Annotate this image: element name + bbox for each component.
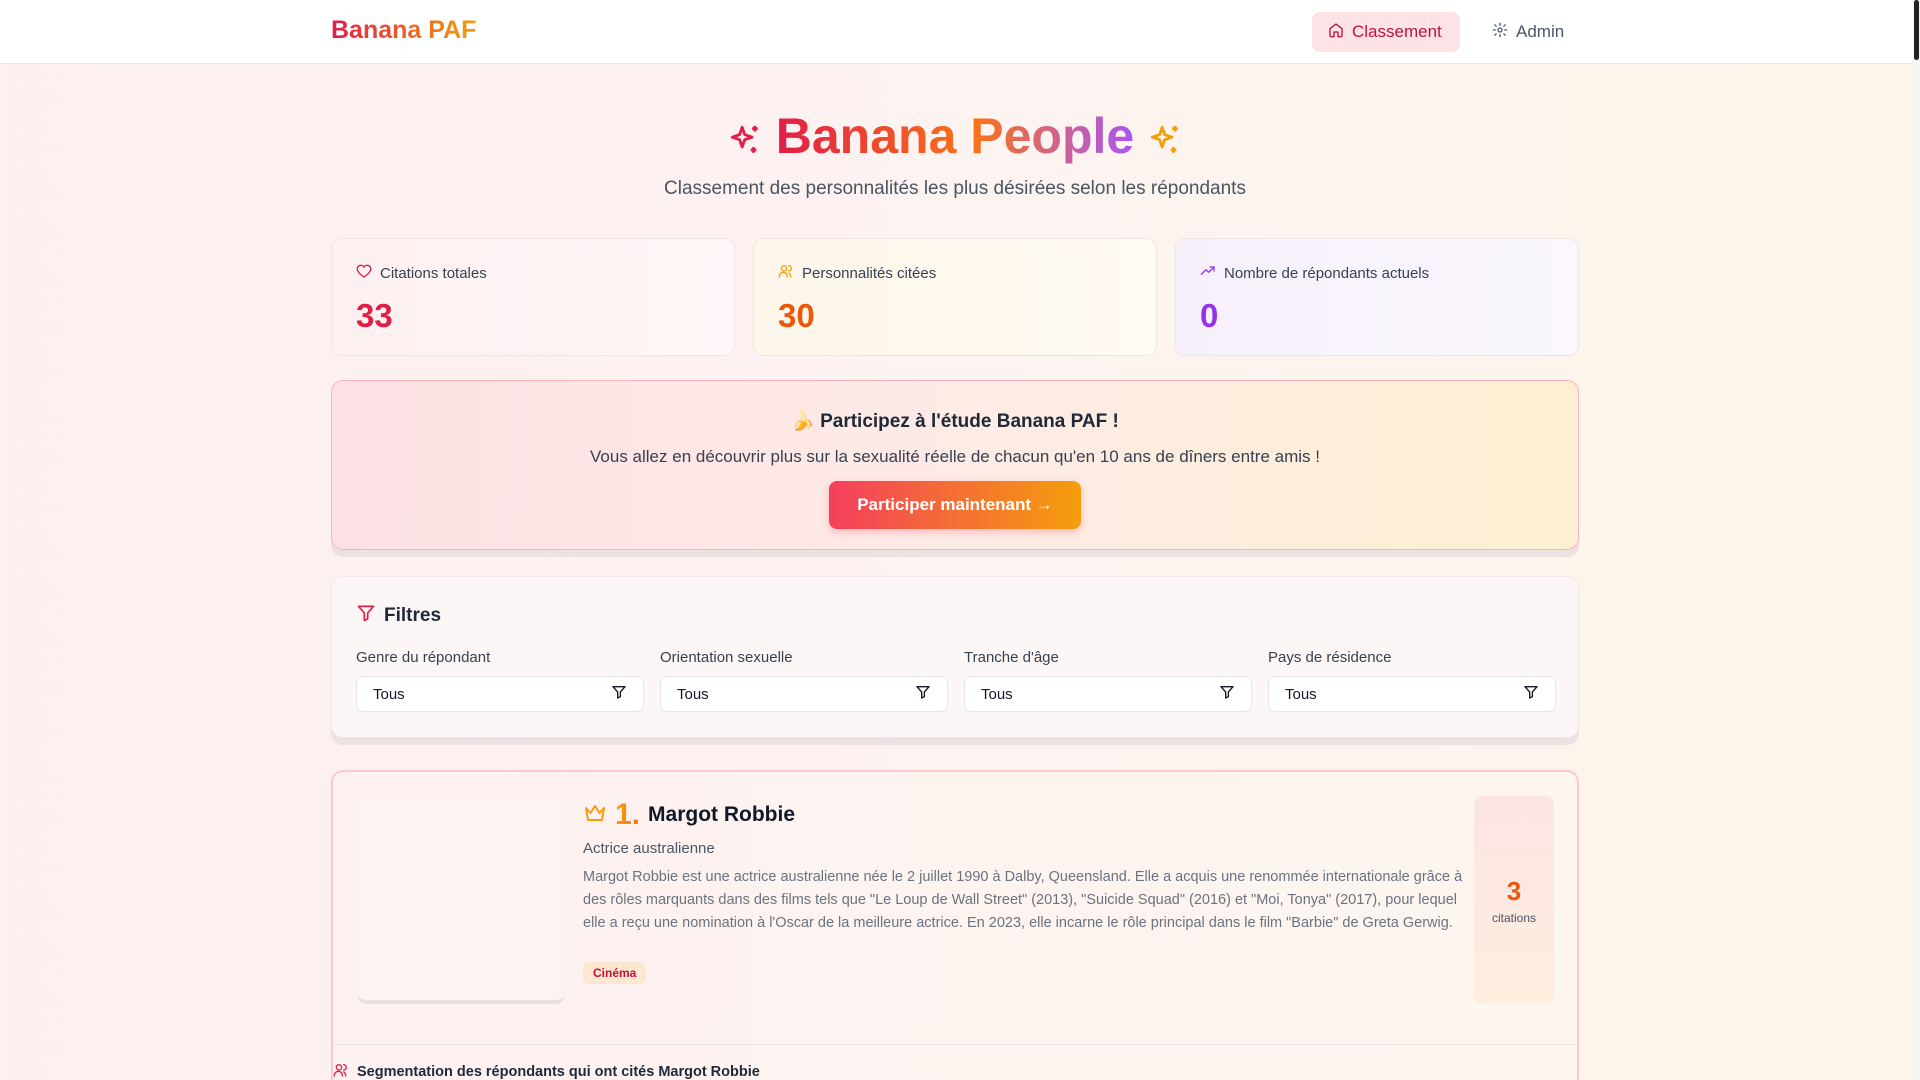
trending-up-icon	[1200, 263, 1216, 283]
filter-genre-select[interactable]: Tous	[356, 676, 644, 712]
person-photo	[357, 796, 565, 1004]
nav-classement-button[interactable]: Classement	[1312, 12, 1460, 52]
person-name: Margot Robbie	[648, 803, 796, 826]
page-title-text: Banana People	[775, 108, 1135, 164]
sparkles-icon	[728, 108, 776, 164]
filter-pays-select[interactable]: Tous	[1268, 676, 1556, 712]
citations-box: 3 citations	[1474, 796, 1554, 1004]
filter-value: Tous	[677, 685, 709, 703]
filter-value: Tous	[981, 685, 1013, 703]
users-icon	[333, 1062, 349, 1080]
filter-value: Tous	[1285, 685, 1317, 703]
filter-age-select[interactable]: Tous	[964, 676, 1252, 712]
users-icon	[778, 263, 794, 283]
crown-icon	[583, 801, 607, 830]
filter-icon	[1219, 684, 1235, 704]
filter-icon	[1523, 684, 1539, 704]
filter-label: Tranche d'âge	[964, 649, 1059, 666]
stat-card-citations: Citations totales 33	[331, 238, 735, 356]
filter-value: Tous	[373, 685, 405, 703]
stat-value: 0	[1200, 297, 1219, 334]
participate-title: 🍌 Participez à l'étude Banana PAF !	[791, 411, 1119, 432]
nav-admin-button[interactable]: Admin	[1476, 12, 1588, 52]
ranking-card: 1. Margot Robbie Actrice australienne Ma…	[331, 770, 1579, 1080]
heart-icon	[356, 263, 372, 283]
filter-label: Pays de résidence	[1268, 649, 1392, 666]
brand-logo[interactable]: Banana PAF	[331, 16, 476, 45]
filters-panel: Filtres Genre du répondant Tous Orientat…	[331, 576, 1579, 738]
participate-text: Vous allez en découvrir plus sur la sexu…	[590, 447, 1320, 466]
filter-pays: Pays de résidence Tous	[1268, 649, 1556, 712]
segmentation-title: Segmentation des répondants qui ont cité…	[357, 1064, 760, 1080]
nav-classement-label: Classement	[1352, 22, 1442, 41]
filter-age: Tranche d'âge Tous	[964, 649, 1252, 712]
top-navbar: Banana PAF Classement Admin	[0, 0, 1920, 64]
person-role: Actrice australienne	[583, 840, 715, 857]
scrollbar-thumb[interactable]	[1914, 0, 1919, 60]
citations-label: citations	[1491, 911, 1537, 925]
card-divider	[333, 1044, 1577, 1045]
filter-genre: Genre du répondant Tous	[356, 649, 644, 712]
stat-label: Personnalités citées	[802, 264, 937, 282]
sparkles-icon	[1148, 108, 1182, 164]
stat-card-personnalites: Personnalités citées 30	[753, 238, 1157, 356]
participate-banner: 🍌 Participez à l'étude Banana PAF ! Vous…	[331, 380, 1579, 550]
gear-icon	[1492, 22, 1508, 43]
filter-label: Genre du répondant	[356, 649, 491, 666]
stat-value: 30	[778, 297, 815, 334]
filter-icon	[915, 684, 931, 704]
page-subtitle: Classement des personnalités les plus dé…	[664, 178, 1246, 199]
filters-title: Filtres	[384, 605, 442, 626]
stat-label: Nombre de répondants actuels	[1224, 264, 1430, 282]
scrollbar[interactable]	[1913, 0, 1920, 1080]
page-title: Banana People	[0, 104, 1910, 168]
category-tag: Cinéma	[583, 962, 647, 984]
stat-card-repondants: Nombre de répondants actuels 0	[1175, 238, 1579, 356]
citations-count: 3	[1506, 876, 1522, 906]
stat-value: 33	[356, 297, 393, 334]
participate-button[interactable]: Participer maintenant →	[829, 481, 1081, 529]
stat-label: Citations totales	[380, 264, 487, 282]
filter-orientation: Orientation sexuelle Tous	[660, 649, 948, 712]
filter-icon	[611, 684, 627, 704]
filter-label: Orientation sexuelle	[660, 649, 793, 666]
nav-admin-label: Admin	[1516, 22, 1565, 41]
filter-icon	[356, 603, 376, 629]
person-bio: Margot Robbie est une actrice australien…	[583, 869, 1463, 931]
rank-number: 1.	[615, 798, 641, 831]
home-icon	[1328, 22, 1344, 43]
filter-orientation-select[interactable]: Tous	[660, 676, 948, 712]
